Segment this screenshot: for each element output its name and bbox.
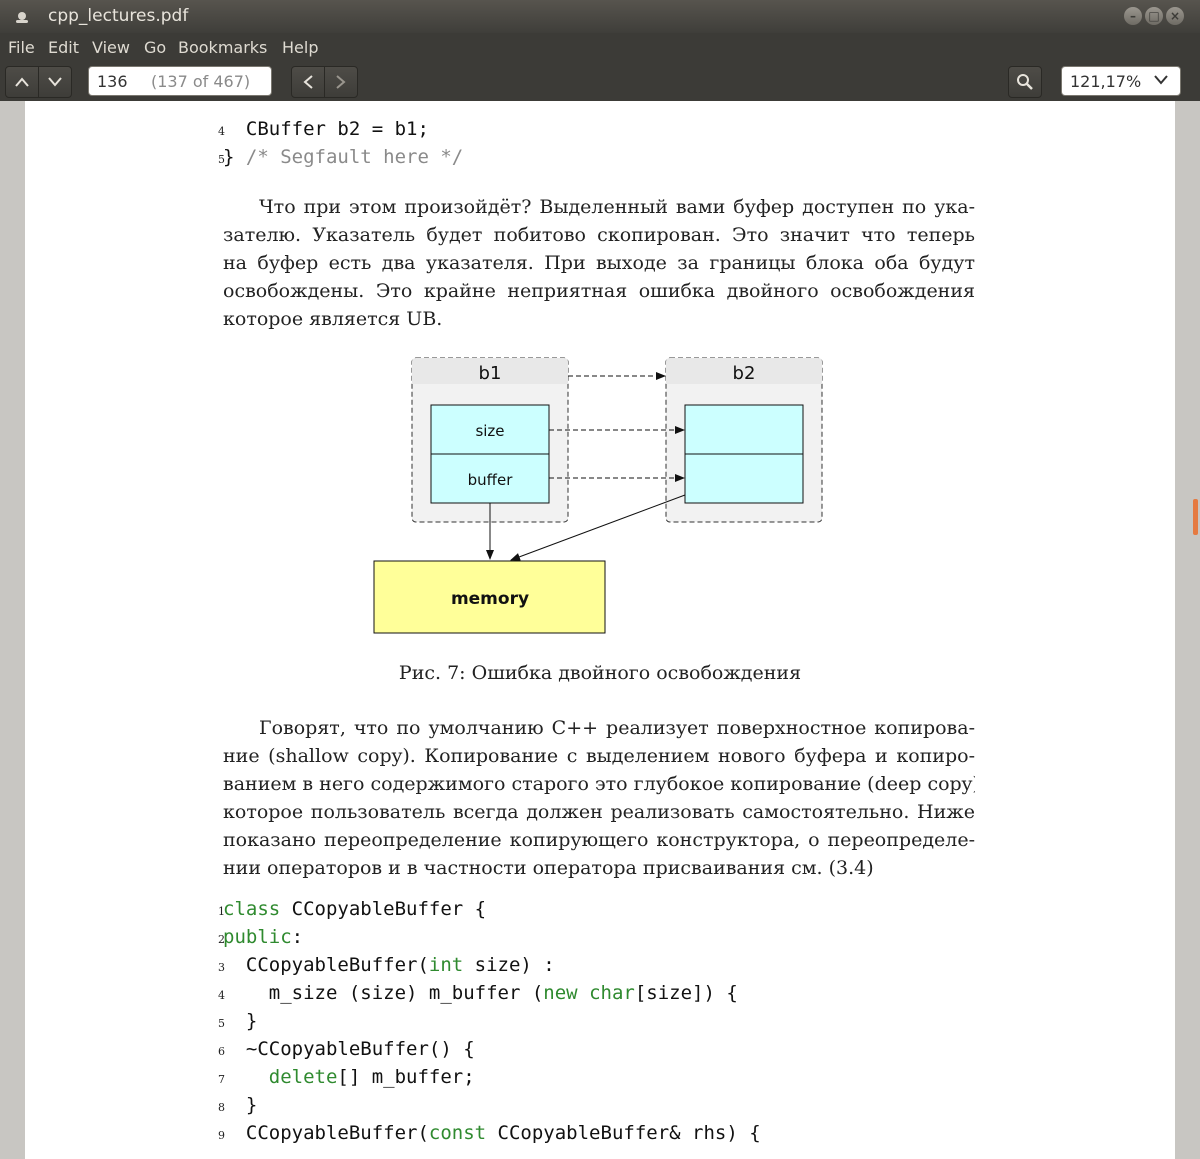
memory-label: memory: [451, 589, 529, 609]
minimize-icon[interactable]: –: [1124, 7, 1142, 25]
paragraph-line: ние (shallow copy). Копирование с выделе…: [223, 745, 975, 767]
code-line-number: 9: [218, 1129, 225, 1142]
page-count-label: (137 of 467): [151, 72, 251, 91]
code-text: [] m_buffer;: [337, 1066, 475, 1088]
search-icon: [1017, 74, 1033, 90]
history-group: [291, 66, 358, 98]
chevron-down-icon: [1154, 75, 1168, 85]
paragraph-line: показано переопределение копирующего кон…: [223, 829, 975, 851]
title-bar: cpp_lectures.pdf – □ ×: [0, 0, 1200, 33]
code-keyword: char: [589, 982, 635, 1004]
window-controls: – □ ×: [1124, 7, 1184, 25]
menu-edit[interactable]: Edit: [48, 38, 79, 57]
code-line: }: [223, 1010, 258, 1032]
chevron-right-icon: [336, 75, 346, 89]
page-number-value: 136: [97, 72, 128, 91]
menu-file[interactable]: File: [8, 38, 35, 57]
paragraph-line: Говорят, что по умолчанию C++ реализует …: [259, 717, 975, 739]
code-text: CCopyableBuffer& rhs) {: [486, 1122, 761, 1144]
zoom-select[interactable]: 121,17%: [1061, 66, 1181, 96]
code-line: delete[] m_buffer;: [223, 1066, 475, 1088]
code-text: :: [291, 926, 304, 948]
menu-bar: File Edit View Go Bookmarks Help: [0, 33, 1200, 61]
paragraph-line: которое пользователь всегда должен реали…: [223, 801, 975, 823]
maximize-icon[interactable]: □: [1145, 7, 1163, 25]
menu-view[interactable]: View: [92, 38, 130, 57]
paragraph-line: ванием в него содержимого старого это гл…: [223, 773, 975, 795]
paragraph-line: нии операторов и в частности оператора п…: [223, 857, 874, 879]
code-keyword: delete: [268, 1066, 338, 1088]
chevron-up-icon: [15, 77, 29, 87]
code-keyword: public: [223, 926, 292, 948]
code-line-number: 3: [218, 961, 225, 974]
pdf-page: 4 CBuffer b2 = b1; 5 } /* Segfault here …: [25, 101, 1175, 1159]
double-free-diagram: b1 size buffer b2 memory: [373, 357, 823, 634]
code-line: CCopyableBuffer(int size) :: [223, 954, 555, 976]
search-button-group: [1008, 66, 1042, 98]
next-page-button[interactable]: [39, 67, 71, 97]
app-icon[interactable]: [16, 12, 28, 23]
chevron-down-icon: [48, 77, 62, 87]
code-line: }: [223, 1094, 258, 1116]
menu-help[interactable]: Help: [282, 38, 318, 57]
code-line: CCopyableBuffer(const CCopyableBuffer& r…: [223, 1122, 761, 1144]
buffer-label: buffer: [468, 471, 514, 489]
menu-go[interactable]: Go: [144, 38, 166, 57]
search-button[interactable]: [1009, 67, 1041, 97]
code-line-number: 5: [218, 1017, 225, 1030]
code-text: CCopyableBuffer(: [223, 1122, 429, 1144]
previous-page-button[interactable]: [6, 67, 39, 97]
size-label: size: [475, 422, 504, 440]
code-line: class CCopyableBuffer {: [223, 898, 486, 920]
code-line-number: 2: [218, 933, 225, 946]
code-keyword: class: [223, 898, 281, 920]
b1-label: b1: [479, 363, 502, 384]
code-text: m_size (size) m_buffer (: [223, 982, 544, 1004]
b2-label: b2: [733, 363, 756, 384]
code-line-number: 7: [218, 1073, 225, 1086]
code-keyword: const: [428, 1122, 487, 1144]
code-text: CCopyableBuffer(: [223, 954, 429, 976]
code-line-number: 6: [218, 1045, 225, 1058]
code-text: [size]) {: [634, 982, 738, 1004]
page-up-down-group: [5, 66, 72, 98]
document-viewer[interactable]: 4 CBuffer b2 = b1; 5 } /* Segfault here …: [0, 101, 1200, 1159]
menu-bookmarks[interactable]: Bookmarks: [178, 38, 267, 57]
code-line: public:: [223, 926, 303, 948]
back-button[interactable]: [292, 67, 325, 97]
figure-caption: Рис. 7: Ошибка двойного освобождения: [398, 662, 802, 684]
code-text: size) :: [463, 954, 555, 976]
code-line: m_size (size) m_buffer (new char[size]) …: [223, 982, 738, 1004]
forward-button[interactable]: [325, 67, 357, 97]
scrollbar-indicator[interactable]: [1193, 499, 1198, 535]
code-keyword: new: [543, 982, 578, 1004]
code-line: ~CCopyableBuffer() {: [223, 1038, 475, 1060]
window-title: cpp_lectures.pdf: [48, 6, 189, 26]
code-line-number: 1: [218, 905, 225, 918]
code-line-number: 8: [218, 1101, 225, 1114]
code-line-number: 4: [218, 989, 225, 1002]
code-keyword: int: [428, 954, 464, 976]
close-icon[interactable]: ×: [1166, 7, 1184, 25]
zoom-value: 121,17%: [1070, 72, 1142, 91]
code-text: CCopyableBuffer {: [280, 898, 487, 920]
chevron-left-icon: [303, 75, 313, 89]
paragraph: Говорят, что по умолчанию C++ реализует …: [223, 714, 975, 882]
page-number-input[interactable]: 136 (137 of 467): [88, 66, 272, 96]
